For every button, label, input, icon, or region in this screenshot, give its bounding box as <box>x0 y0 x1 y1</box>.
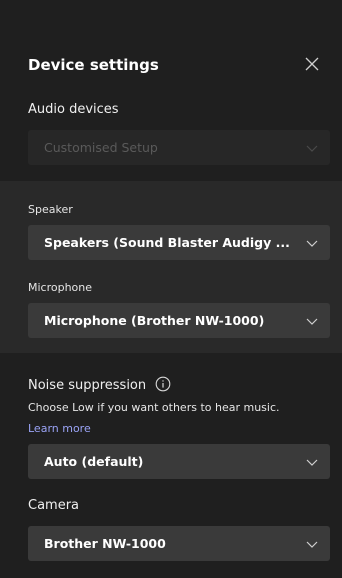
noise-camera-section: Noise suppression Choose Low if you want… <box>0 353 342 578</box>
speaker-label: Speaker <box>28 203 73 216</box>
chevron-down-icon <box>306 541 318 548</box>
speaker-value: Speakers (Sound Blaster Audigy ... <box>44 235 290 250</box>
chevron-down-icon <box>306 145 318 152</box>
close-button[interactable] <box>303 55 321 73</box>
audio-setup-value: Customised Setup <box>44 140 158 155</box>
microphone-dropdown[interactable]: Microphone (Brother NW-1000) <box>28 303 330 338</box>
info-icon[interactable] <box>155 376 171 392</box>
learn-more-link[interactable]: Learn more <box>28 422 91 435</box>
chevron-down-icon <box>306 459 318 466</box>
page-title: Device settings <box>28 56 159 74</box>
device-settings-panel: Device settings Audio devices Customised… <box>0 0 342 578</box>
speaker-dropdown[interactable]: Speakers (Sound Blaster Audigy ... <box>28 225 330 260</box>
audio-setup-dropdown[interactable]: Customised Setup <box>28 130 330 165</box>
close-icon <box>305 57 319 71</box>
chevron-down-icon <box>306 318 318 325</box>
chevron-down-icon <box>306 240 318 247</box>
noise-suppression-value: Auto (default) <box>44 454 144 469</box>
microphone-value: Microphone (Brother NW-1000) <box>44 313 265 328</box>
microphone-label: Microphone <box>28 281 93 294</box>
audio-devices-section: Device settings Audio devices Customised… <box>0 0 342 181</box>
noise-suppression-label: Noise suppression <box>28 378 147 393</box>
camera-value: Brother NW-1000 <box>44 536 166 551</box>
camera-label: Camera <box>28 498 80 513</box>
noise-suppression-hint: Choose Low if you want others to hear mu… <box>28 401 280 414</box>
speaker-microphone-section: Speaker Speakers (Sound Blaster Audigy .… <box>0 181 342 353</box>
noise-suppression-dropdown[interactable]: Auto (default) <box>28 444 330 479</box>
camera-dropdown[interactable]: Brother NW-1000 <box>28 526 330 561</box>
audio-devices-label: Audio devices <box>28 102 119 117</box>
noise-suppression-heading: Noise suppression <box>28 376 171 393</box>
